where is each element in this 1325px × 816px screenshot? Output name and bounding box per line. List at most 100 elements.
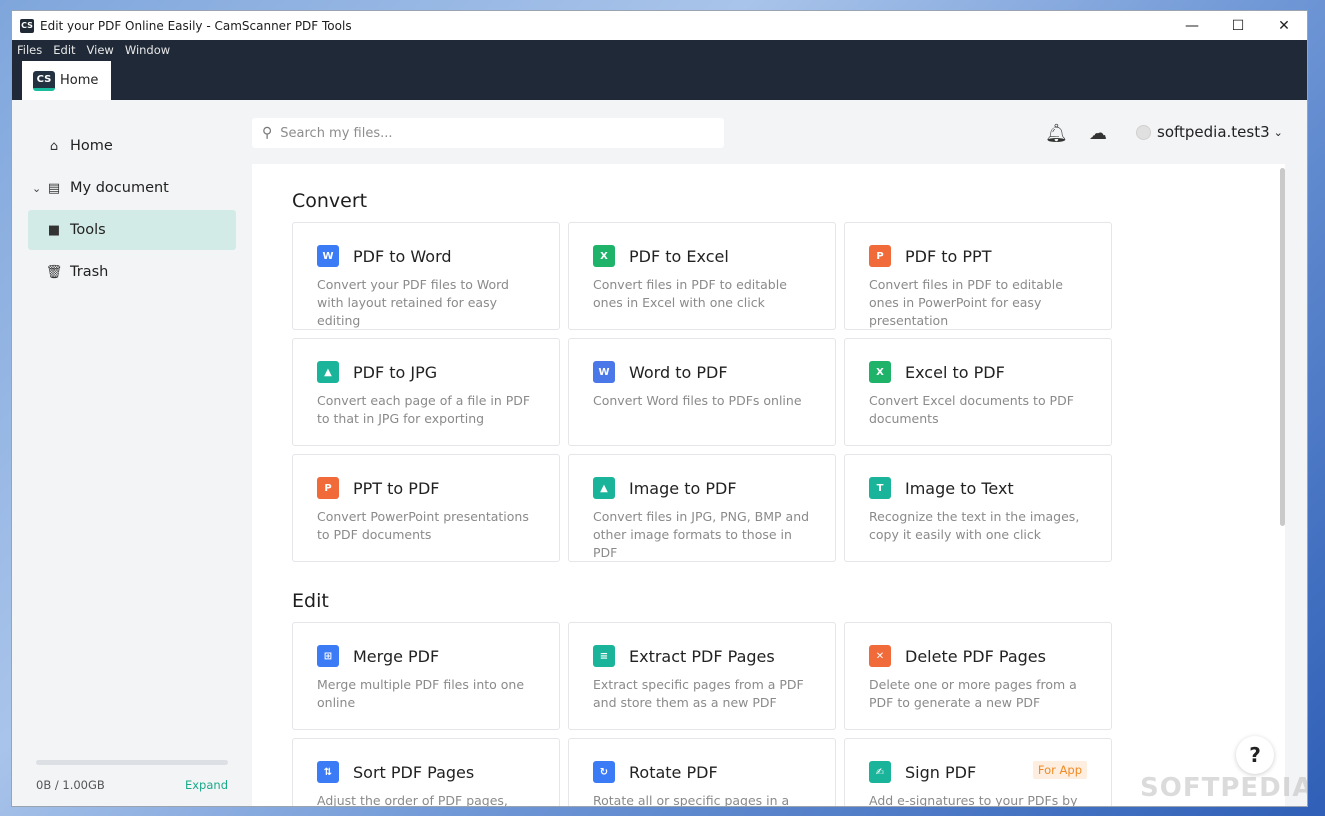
tool-card-image-to-text[interactable]: T Image to Text Recognize the text in the … (844, 454, 1112, 562)
tool-title: Sort PDF Pages (353, 762, 475, 782)
tool-card-pdf-to-word[interactable]: W PDF to Word Convert your PDF files to Wo… (292, 222, 560, 330)
menu-files[interactable]: Files (17, 43, 42, 57)
search-icon: ⚲ (262, 125, 273, 141)
tool-card-pdf-to-ppt[interactable]: P PDF to PPT Convert files in PDF to edita… (844, 222, 1112, 330)
storage-used-text: 0B / 1.00GB (36, 778, 105, 792)
rotate-icon: ↻ (593, 761, 615, 783)
tool-card-merge-pdf[interactable]: ⊞ Merge PDF Merge multiple PDF files into … (292, 622, 560, 730)
expand-storage-link[interactable]: Expand (185, 778, 228, 792)
sidebar-item-trash[interactable]: 🗑 Trash (28, 252, 236, 292)
tool-description: Convert each page of a file in PDF to th… (317, 393, 531, 426)
tool-description: Convert your PDF files to Word with layo… (317, 277, 509, 328)
tool-description: Convert Excel documents to PDF documents (869, 393, 1074, 426)
ppt-icon: P (869, 245, 891, 267)
section-title-edit: Edit (292, 590, 329, 612)
tool-title: PDF to Excel (629, 246, 729, 266)
tool-card-image-to-pdf[interactable]: ▲ Image to PDF Convert files in JPG, PNG, … (568, 454, 836, 562)
tool-description: Rotate all or specific pages in a PDF (593, 793, 790, 807)
tool-title: Word to PDF (629, 362, 728, 382)
maximize-button[interactable]: ☐ (1215, 11, 1261, 40)
window-title: Edit your PDF Online Easily - CamScanner… (40, 18, 352, 33)
tool-description: Merge multiple PDF files into one online (317, 677, 525, 710)
excel-to-pdf-icon: X (869, 361, 891, 383)
sidebar-item-tools[interactable]: ■ Tools (28, 210, 236, 250)
tool-card-ppt-to-pdf[interactable]: P PPT to PDF Convert PowerPoint presentati… (292, 454, 560, 562)
tool-description: Convert files in PDF to editable ones in… (869, 277, 1063, 328)
tab-home[interactable]: CS Home (22, 61, 111, 100)
toolbox-icon: ■ (47, 222, 61, 238)
tool-description: Extract specific pages from a PDF and st… (593, 677, 804, 710)
ppt-to-pdf-icon: P (317, 477, 339, 499)
word-to-pdf-icon: W (593, 361, 615, 383)
tool-title: Image to PDF (629, 478, 737, 498)
menu-bar: Files Edit View Window (12, 40, 1307, 59)
tool-title: Delete PDF Pages (905, 646, 1046, 666)
minimize-button[interactable]: — (1169, 11, 1215, 40)
tool-card-excel-to-pdf[interactable]: X Excel to PDF Convert Excel documents to … (844, 338, 1112, 446)
tool-description: Convert Word files to PDFs online (593, 393, 802, 408)
bell-icon[interactable]: 🔔︎ (1045, 123, 1068, 144)
tool-title: PDF to JPG (353, 362, 438, 382)
menu-window[interactable]: Window (125, 43, 170, 57)
sidebar-item-label: My document (70, 180, 169, 196)
tool-description: Add e-signatures to your PDFs by (869, 793, 1078, 807)
tool-description: Delete one or more pages from a PDF to g… (869, 677, 1077, 710)
storage-usage: 0B / 1.00GB Expand (36, 760, 228, 792)
chevron-down-icon: ⌄ (1273, 125, 1283, 139)
search-input[interactable] (280, 125, 701, 141)
tool-card-delete-pdf-pages[interactable]: ✕ Delete PDF Pages Delete one or more page… (844, 622, 1112, 730)
image-to-text-icon: T (869, 477, 891, 499)
tool-title: Excel to PDF (905, 362, 1005, 382)
tool-card-sort-pdf-pages[interactable]: ⇅ Sort PDF Pages Adjust the order of PDF p… (292, 738, 560, 807)
tool-title: Rotate PDF (629, 762, 718, 782)
merge-icon: ⊞ (317, 645, 339, 667)
tool-card-extract-pdf-pages[interactable]: ≡ Extract PDF Pages Extract specific pages… (568, 622, 836, 730)
delete-pages-icon: ✕ (869, 645, 891, 667)
for-app-badge: For App (1032, 761, 1087, 779)
cloud-sync-icon[interactable]: ☁ (1089, 123, 1107, 144)
extract-icon: ≡ (593, 645, 615, 667)
tool-card-pdf-to-jpg[interactable]: ▲ PDF to JPG Convert each page of a file i… (292, 338, 560, 446)
storage-bar (36, 760, 228, 765)
sidebar-item-my-document[interactable]: ⌄ ▤ My document (28, 168, 236, 208)
sidebar: ⌂ Home ⌄ ▤ My document ■ Tools 🗑 Trash 0… (12, 100, 252, 806)
sign-icon: ✍ (869, 761, 891, 783)
user-menu[interactable]: softpedia.test3 ⌄ (1136, 123, 1283, 141)
tool-description: Convert PowerPoint presentations to PDF … (317, 509, 529, 542)
sidebar-item-home[interactable]: ⌂ Home (28, 126, 236, 166)
tool-title: Sign PDF (905, 762, 977, 782)
excel-icon: X (593, 245, 615, 267)
app-window: CS Edit your PDF Online Easily - CamScan… (11, 10, 1308, 807)
help-button[interactable]: ? (1236, 736, 1274, 774)
tool-title: Image to Text (905, 478, 1014, 498)
watermark-logo: SOFTPEDIA (1140, 773, 1308, 803)
menu-edit[interactable]: Edit (53, 43, 75, 57)
scrollbar[interactable] (1280, 168, 1285, 526)
user-name: softpedia.test3 (1157, 123, 1270, 141)
word-icon: W (317, 245, 339, 267)
tool-card-word-to-pdf[interactable]: W Word to PDF Convert Word files to PDFs o… (568, 338, 836, 446)
home-icon: ⌂ (49, 138, 59, 154)
camscanner-logo-icon: CS (33, 70, 55, 91)
search-box[interactable]: ⚲ (252, 118, 724, 148)
tab-strip: CS Home (12, 59, 1307, 100)
tool-description: Recognize the text in the images, copy i… (869, 509, 1080, 542)
close-button[interactable]: ✕ (1261, 11, 1307, 40)
tool-title: Extract PDF Pages (629, 646, 775, 666)
jpg-icon: ▲ (317, 361, 339, 383)
tool-description: Adjust the order of PDF pages, delete (317, 793, 508, 807)
avatar (1136, 124, 1151, 140)
tool-title: PDF to PPT (905, 246, 992, 266)
sidebar-item-label: Tools (70, 222, 106, 238)
chevron-down-icon[interactable]: ⌄ (32, 182, 41, 195)
menu-view[interactable]: View (87, 43, 114, 57)
trash-icon: 🗑 (45, 264, 63, 280)
tool-card-sign-pdf[interactable]: ✍ Sign PDF Add e-signatures to your PDFs b… (844, 738, 1112, 807)
tool-description: Convert files in PDF to editable ones in… (593, 277, 787, 310)
tool-card-pdf-to-excel[interactable]: X PDF to Excel Convert files in PDF to edi… (568, 222, 836, 330)
document-icon: ▤ (47, 180, 61, 196)
tool-card-rotate-pdf[interactable]: ↻ Rotate PDF Rotate all or specific pages … (568, 738, 836, 807)
sidebar-item-label: Home (70, 138, 113, 154)
sort-icon: ⇅ (317, 761, 339, 783)
tool-title: PDF to Word (353, 246, 452, 266)
